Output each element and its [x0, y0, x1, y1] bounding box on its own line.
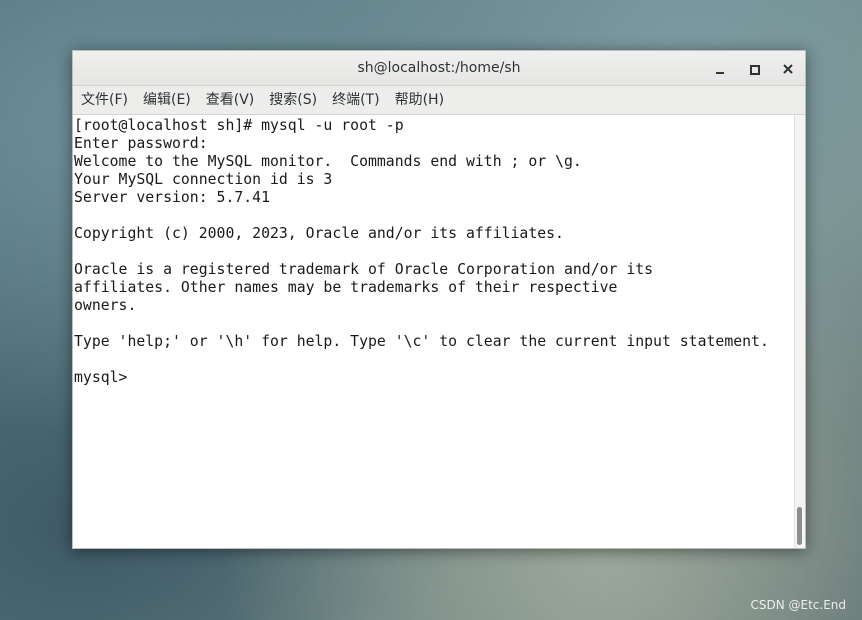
scrollbar-thumb[interactable] [797, 507, 802, 545]
menu-view[interactable]: 查看(V) [199, 86, 262, 115]
terminal-prompt[interactable]: mysql> [73, 369, 795, 387]
terminal-line: Type 'help;' or '\h' for help. Type '\c'… [74, 333, 769, 350]
terminal-window: sh@localhost:/home/sh 文件(F) 编辑(E) 查看(V) … [72, 50, 806, 549]
terminal-line: Welcome to the MySQL monitor. Commands e… [74, 153, 582, 170]
menu-terminal[interactable]: 终端(T) [325, 86, 386, 115]
menu-file[interactable]: 文件(F) [74, 86, 135, 115]
menu-bar: 文件(F) 编辑(E) 查看(V) 搜索(S) 终端(T) 帮助(H) [73, 86, 805, 115]
minimize-icon [716, 72, 724, 74]
terminal-output[interactable]: [root@localhost sh]# mysql -u root -p En… [73, 115, 795, 548]
menu-help[interactable]: 帮助(H) [388, 86, 451, 115]
terminal-line: Server version: 5.7.41 [74, 189, 270, 206]
terminal-text: [root@localhost sh]# mysql -u root -p En… [73, 117, 795, 387]
minimize-button[interactable] [711, 60, 729, 78]
close-button[interactable] [779, 60, 797, 78]
terminal-line: owners. [74, 297, 137, 314]
terminal-scrollbar[interactable] [794, 115, 805, 548]
maximize-icon [750, 65, 760, 75]
menu-search[interactable]: 搜索(S) [262, 86, 324, 115]
terminal-line: [root@localhost sh]# mysql -u root -p [74, 117, 404, 134]
window-title: sh@localhost:/home/sh [357, 60, 521, 76]
title-bar[interactable]: sh@localhost:/home/sh [73, 51, 805, 86]
maximize-button[interactable] [745, 60, 763, 78]
watermark: CSDN @Etc.End [750, 598, 846, 612]
menu-edit[interactable]: 编辑(E) [136, 86, 198, 115]
terminal-line: Copyright (c) 2000, 2023, Oracle and/or … [74, 225, 564, 242]
terminal-line: Oracle is a registered trademark of Orac… [74, 261, 654, 278]
terminal-line: Enter password: [74, 135, 208, 152]
close-icon [783, 64, 793, 74]
terminal-line: affiliates. Other names may be trademark… [74, 279, 618, 296]
desktop: { "window": { "title": "sh@localhost:/ho… [0, 0, 862, 620]
terminal-line: Your MySQL connection id is 3 [74, 171, 333, 188]
